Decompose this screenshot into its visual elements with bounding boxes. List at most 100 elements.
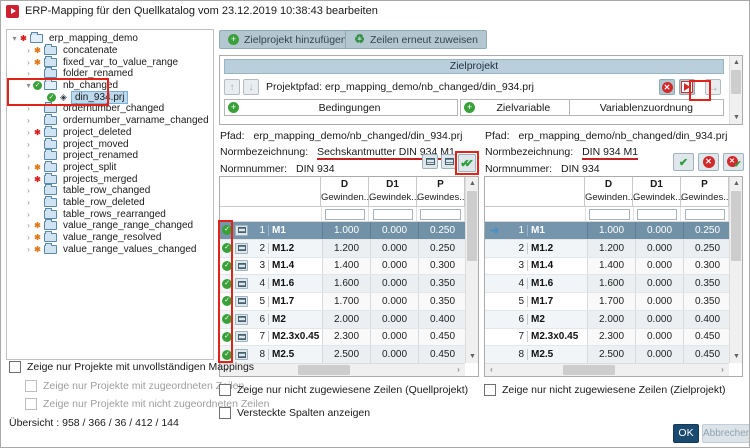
reassign-rows-button[interactable]: ♻ Zeilen erneut zuweisen — [345, 30, 487, 49]
tree-item-ordernumber_changed[interactable]: › ordernumber_changed — [7, 102, 213, 115]
accept-all-rows-button[interactable]: ✔✔ — [458, 154, 476, 172]
target-table-vscrollbar[interactable]: ▲ ▼ — [729, 177, 742, 363]
tree-item-table_rows_rearranged[interactable]: › table_rows_rearranged — [7, 207, 213, 220]
filter-input-D1[interactable] — [637, 208, 678, 220]
scroll-left-icon[interactable]: ‹ — [485, 364, 498, 377]
checkbox-icon[interactable] — [25, 398, 37, 410]
column-header-D[interactable]: D Gewinden... — [585, 177, 636, 206]
filter-assigned-rows[interactable]: Zeige nur Projekte mit zugeordneten Zeil… — [25, 380, 244, 392]
table-row[interactable]: 4 M1.6 1.600 0.000 0.350 — [485, 275, 729, 293]
chevron-right-icon[interactable]: › — [24, 58, 33, 67]
table-row[interactable]: ✓ 4 M1.6 1.600 0.000 0.350 — [220, 275, 465, 293]
row-assign-button[interactable] — [235, 331, 248, 343]
tree-item-value_range_range_changed[interactable]: › ✱ value_range_range_changed — [7, 219, 213, 232]
source-table-hscrollbar[interactable]: ‹ › — [220, 363, 465, 376]
filter-input-D[interactable] — [589, 208, 630, 220]
checkbox-icon[interactable] — [484, 384, 496, 396]
filter-unassigned-target[interactable]: Zeige nur nicht zugewiesene Zeilen (Ziel… — [484, 384, 726, 396]
move-down-button[interactable]: ↓ — [243, 79, 259, 95]
tree-item-table_row_changed[interactable]: › table_row_changed — [7, 184, 213, 197]
checkbox-icon[interactable] — [25, 380, 37, 392]
target-variable-column-header[interactable]: + Zielvariable — [460, 99, 570, 116]
chevron-right-icon[interactable]: › — [24, 163, 33, 172]
accept-button[interactable]: ✔ — [673, 153, 694, 171]
scroll-up-icon[interactable]: ▲ — [730, 177, 743, 190]
chevron-down-icon[interactable]: ▾ — [24, 81, 33, 90]
tree-item-concatenate[interactable]: › ✱ concatenate — [7, 44, 213, 57]
chevron-right-icon[interactable]: › — [24, 46, 33, 55]
filter-input-P[interactable] — [420, 208, 461, 220]
filter-input-P[interactable] — [684, 208, 725, 220]
scroll-down-icon[interactable]: ▼ — [730, 111, 743, 124]
scroll-down-icon[interactable]: ▼ — [466, 350, 479, 363]
checkbox-icon[interactable] — [9, 361, 21, 373]
table-row[interactable]: ✓ 2 M1.2 1.200 0.000 0.250 — [220, 239, 465, 258]
scroll-up-icon[interactable]: ▲ — [730, 56, 743, 69]
table-row[interactable]: ✓ 6 M2 2.000 0.000 0.400 — [220, 310, 465, 329]
assign-row-button[interactable] — [422, 154, 438, 169]
scroll-down-icon[interactable]: ▼ — [730, 350, 743, 363]
row-assign-button[interactable] — [235, 295, 248, 307]
column-header-D[interactable]: D Gewinden... — [321, 177, 372, 206]
transfer-button[interactable]: → — [705, 79, 721, 95]
unassign-row-button[interactable] — [441, 154, 457, 169]
tree-item-fixed_var_to_value_range[interactable]: › ✱ fixed_var_to_value_range — [7, 55, 213, 68]
tree-item-table_row_deleted[interactable]: › table_row_deleted — [7, 195, 213, 209]
show-hidden-columns[interactable]: Versteckte Spalten anzeigen — [219, 407, 370, 419]
checkbox-icon[interactable] — [219, 407, 231, 419]
chevron-right-icon[interactable]: › — [24, 140, 33, 149]
chevron-right-icon[interactable]: › — [24, 151, 33, 160]
tree-item-project_split[interactable]: › ✱ project_split — [7, 160, 213, 174]
row-assign-button[interactable] — [235, 278, 248, 290]
row-assign-button[interactable] — [235, 313, 248, 325]
tree-item-project_renamed[interactable]: › project_renamed — [7, 149, 213, 162]
checkbox-icon[interactable] — [219, 384, 231, 396]
scroll-up-icon[interactable]: ▲ — [466, 177, 479, 190]
table-row[interactable]: 2 M1.2 1.200 0.000 0.250 — [485, 239, 729, 258]
chevron-right-icon[interactable]: › — [24, 116, 33, 125]
filter-input-D1[interactable] — [372, 208, 413, 220]
chevron-down-icon[interactable]: ▾ — [10, 34, 19, 43]
table-row[interactable]: ✓ 7 M2.3x0.45 2.300 0.000 0.450 — [220, 328, 465, 347]
table-row[interactable]: 5 M1.7 1.700 0.000 0.350 — [485, 293, 729, 311]
table-row[interactable]: 7 M2.3x0.45 2.300 0.000 0.450 — [485, 328, 729, 347]
scroll-right-icon[interactable]: › — [716, 364, 729, 377]
table-row[interactable]: ✓ 1 M1 1.000 0.000 0.250 — [220, 222, 465, 240]
delete-target-button[interactable]: ✕ — [659, 79, 675, 95]
filter-input-D[interactable] — [324, 208, 366, 220]
filter-incomplete-mappings[interactable]: Zeige nur Projekte mit unvollständigen M… — [9, 361, 254, 373]
move-up-button[interactable]: ↑ — [224, 79, 240, 95]
chevron-right-icon[interactable]: › — [24, 198, 33, 207]
table-row[interactable]: 3 M1.4 1.400 0.000 0.300 — [485, 257, 729, 276]
source-table-vscrollbar[interactable]: ▲ ▼ — [465, 177, 478, 363]
row-assign-button[interactable] — [235, 349, 248, 361]
chevron-right-icon[interactable]: › — [24, 221, 33, 230]
filter-unassigned-source[interactable]: Zeige nur nicht zugewiesene Zeilen (Quel… — [219, 384, 468, 396]
row-assign-button[interactable] — [235, 242, 248, 254]
chevron-right-icon[interactable]: › — [24, 210, 33, 219]
column-header-D1[interactable]: D1 Gewindek... — [633, 177, 683, 206]
table-row[interactable]: ➜ 1 M1 1.000 0.000 0.250 — [485, 222, 729, 240]
tree-item-din_934.prj[interactable]: ✓ ◈ din_934.prj — [7, 90, 213, 104]
reject-accept-button[interactable]: ✕ ✔ — [723, 153, 744, 171]
cancel-button[interactable]: Abbrechen — [702, 424, 749, 443]
table-row[interactable]: 8 M2.5 2.500 0.000 0.450 — [485, 346, 729, 363]
column-header-P[interactable]: P Gewindes... — [417, 177, 467, 206]
chevron-right-icon[interactable]: › — [24, 104, 33, 113]
tree-item-projects_merged[interactable]: › ✱ projects_merged — [7, 172, 213, 185]
chevron-right-icon[interactable]: › — [24, 128, 33, 137]
tree-item-folder_renamed[interactable]: › folder_renamed — [7, 67, 213, 80]
column-header-D1[interactable]: D1 Gewindek... — [369, 177, 419, 206]
table-row[interactable]: ✓ 5 M1.7 1.700 0.000 0.350 — [220, 293, 465, 311]
target-table-hscrollbar[interactable]: ‹ › — [485, 363, 729, 376]
scroll-right-icon[interactable]: › — [452, 364, 465, 377]
row-assign-button[interactable] — [235, 260, 248, 272]
conditions-column-header[interactable]: + Bedingungen — [224, 99, 459, 116]
run-mapping-button[interactable] — [679, 79, 695, 95]
chevron-right-icon[interactable]: › — [24, 186, 33, 195]
table-row[interactable]: ✓ 3 M1.4 1.400 0.000 0.300 — [220, 257, 465, 276]
table-row[interactable]: 6 M2 2.000 0.000 0.400 — [485, 310, 729, 329]
chevron-right-icon[interactable]: › — [24, 233, 33, 242]
tree-item-project_moved[interactable]: › project_moved — [7, 137, 213, 150]
table-row[interactable]: ✓ 8 M2.5 2.500 0.000 0.450 — [220, 346, 465, 363]
